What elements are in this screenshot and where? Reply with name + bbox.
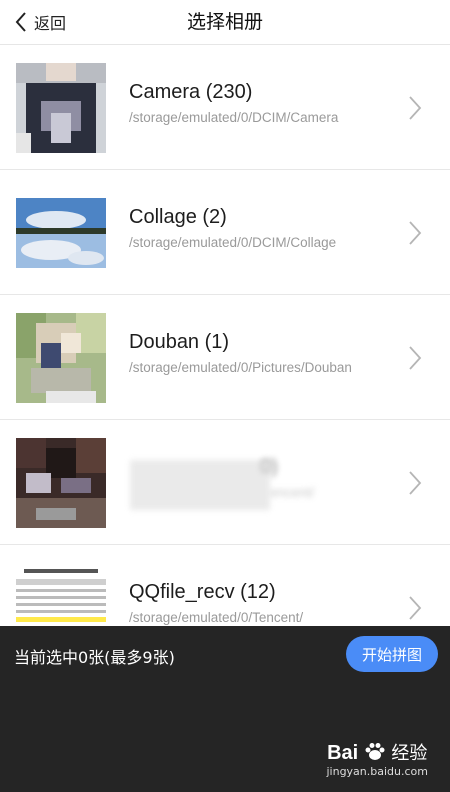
album-path: /storage/emulated/0/DCIM/Camera (129, 110, 339, 125)
page-title: 选择相册 (186, 11, 263, 33)
album-thumbnail (16, 313, 106, 403)
album-thumbnail (16, 63, 106, 153)
paw-icon (365, 743, 385, 760)
top-bar: 返回 选择相册 (0, 0, 450, 45)
album-path: /storage/emulated/0/DCIM/Collage (129, 235, 337, 250)
album-path: encent/ (270, 485, 315, 500)
album-name: QQfile_recv (12) (129, 581, 276, 603)
masked-text-block (130, 460, 270, 510)
album-name: Douban (1) (129, 331, 230, 353)
watermark-brand: Bai (327, 742, 359, 764)
album-name: Camera (230) (129, 81, 253, 103)
selection-count-text: 当前选中0张(最多9张) (14, 648, 175, 667)
album-path: /storage/emulated/0/Tencent/ (129, 610, 304, 625)
start-collage-button[interactable]: 开始拼图 (346, 636, 438, 672)
watermark: Bai 经验 jingyan.baidu.com (326, 739, 428, 778)
album-item-collage[interactable]: Collage (2) /storage/emulated/0/DCIM/Col… (0, 170, 450, 295)
chevron-right-icon (409, 596, 422, 620)
album-thumbnail (16, 188, 106, 278)
chevron-right-icon (409, 221, 422, 245)
album-list: Camera (230) /storage/emulated/0/DCIM/Ca… (0, 45, 450, 670)
album-name: Collage (2) (129, 206, 227, 228)
album-thumbnail (16, 438, 106, 528)
watermark-url: jingyan.baidu.com (326, 765, 428, 778)
album-item-camera[interactable]: Camera (230) /storage/emulated/0/DCIM/Ca… (0, 45, 450, 170)
album-path: /storage/emulated/0/Pictures/Douban (129, 360, 352, 375)
selection-bar: 当前选中0张(最多9张) 开始拼图 Bai 经验 jingyan.baidu.c… (0, 626, 450, 792)
chevron-right-icon (409, 96, 422, 120)
watermark-brand-suffix: 经验 (391, 743, 428, 763)
chevron-right-icon (409, 471, 422, 495)
watermark-logo: Bai 经验 (326, 739, 428, 765)
chevron-right-icon (409, 346, 422, 370)
album-item-douban[interactable]: Douban (1) /storage/emulated/0/Pictures/… (0, 295, 450, 420)
album-item-masked[interactable]: 0) encent/ (0, 420, 450, 545)
